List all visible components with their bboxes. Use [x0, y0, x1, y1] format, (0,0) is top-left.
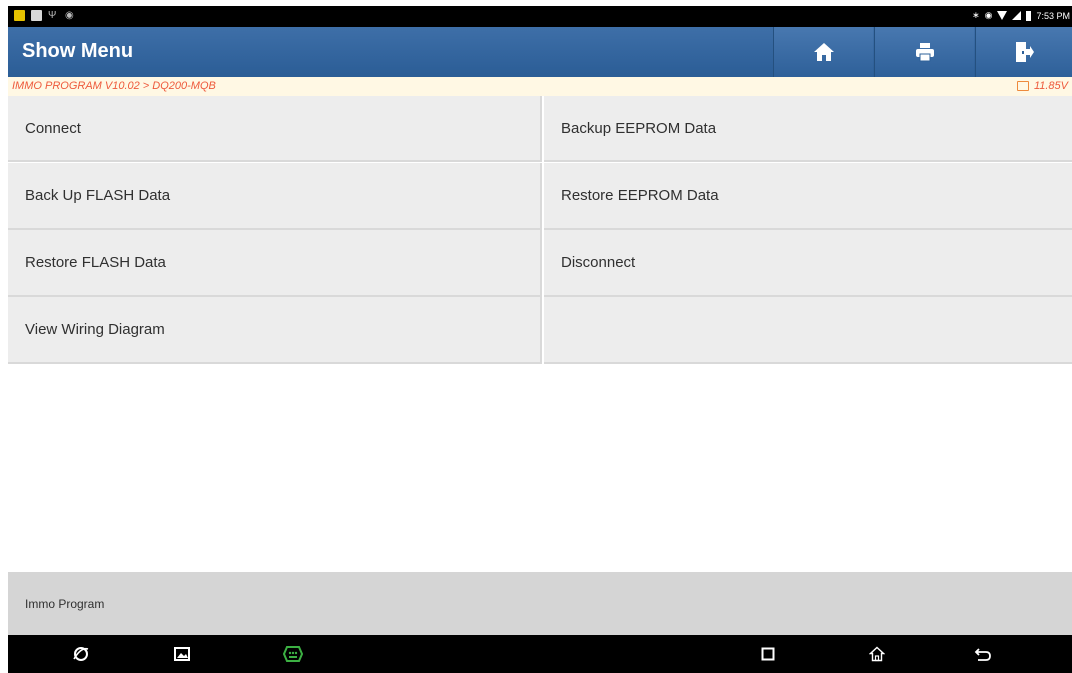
nav-home-icon — [869, 646, 885, 662]
recent-apps-button[interactable] — [748, 635, 788, 673]
menu-grid: Connect Backup EEPROM Data Back Up FLASH… — [8, 96, 1072, 364]
menu-item-connect[interactable]: Connect — [8, 96, 542, 162]
wifi-icon — [997, 11, 1008, 20]
home-icon — [813, 43, 834, 61]
menu-item-empty — [544, 297, 1072, 364]
system-status: ∗ ◉ 7:53 PM — [972, 10, 1070, 21]
nav-home-button[interactable] — [857, 635, 897, 673]
back-button[interactable] — [963, 635, 1003, 673]
exit-button[interactable] — [975, 27, 1072, 77]
notification-icons: Ψ ◉ — [14, 10, 76, 21]
gallery-button[interactable] — [162, 635, 202, 673]
status-bar: Ψ ◉ ∗ ◉ 7:53 PM — [8, 6, 1072, 27]
car-battery-icon — [1016, 81, 1029, 91]
recent-apps-icon — [761, 647, 775, 661]
footer-bar: Immo Program — [8, 572, 1072, 635]
menu-item-view-wiring-diagram[interactable]: View Wiring Diagram — [8, 297, 542, 364]
menu-item-disconnect[interactable]: Disconnect — [544, 230, 1072, 297]
menu-item-backup-flash[interactable]: Back Up FLASH Data — [8, 163, 542, 230]
voltage-value: 11.85V — [1033, 80, 1068, 92]
menu-item-restore-flash[interactable]: Restore FLASH Data — [8, 230, 542, 297]
page-title: Show Menu — [22, 40, 134, 62]
gallery-icon — [174, 647, 190, 661]
notification-image-icon — [31, 10, 42, 21]
bluetooth-icon: ∗ — [972, 10, 980, 20]
print-icon — [915, 43, 934, 62]
notification-app-icon — [14, 10, 25, 21]
vci-button[interactable] — [273, 635, 313, 673]
cell-signal-icon — [1012, 11, 1022, 20]
exit-icon — [1016, 42, 1034, 62]
breadcrumb: IMMO PROGRAM V10.02 > DQ200-MQB — [12, 80, 216, 92]
vci-connector-icon — [283, 646, 303, 662]
menu-item-backup-eeprom[interactable]: Backup EEPROM Data — [544, 96, 1072, 162]
back-icon — [974, 648, 991, 661]
clock: 7:53 PM — [1036, 10, 1070, 21]
app-header: Show Menu — [8, 27, 1072, 77]
debug-icon: ◉ — [65, 10, 74, 21]
usb-icon: Ψ — [48, 10, 57, 21]
battery-voltage: 11.85V — [1016, 80, 1068, 92]
print-button[interactable] — [874, 27, 974, 77]
app-frame: Ψ ◉ ∗ ◉ 7:53 PM Show Menu IMMO PROGRAM V… — [8, 6, 1072, 673]
home-button[interactable] — [773, 27, 873, 77]
navigation-bar — [8, 635, 1072, 673]
breadcrumb-bar: IMMO PROGRAM V10.02 > DQ200-MQB 11.85V — [8, 77, 1072, 96]
browser-icon — [73, 647, 89, 661]
browser-button[interactable] — [61, 635, 101, 673]
footer-label: Immo Program — [25, 597, 105, 611]
battery-icon — [1026, 10, 1032, 21]
alarm-icon: ◉ — [984, 10, 993, 20]
menu-item-restore-eeprom[interactable]: Restore EEPROM Data — [544, 163, 1072, 230]
